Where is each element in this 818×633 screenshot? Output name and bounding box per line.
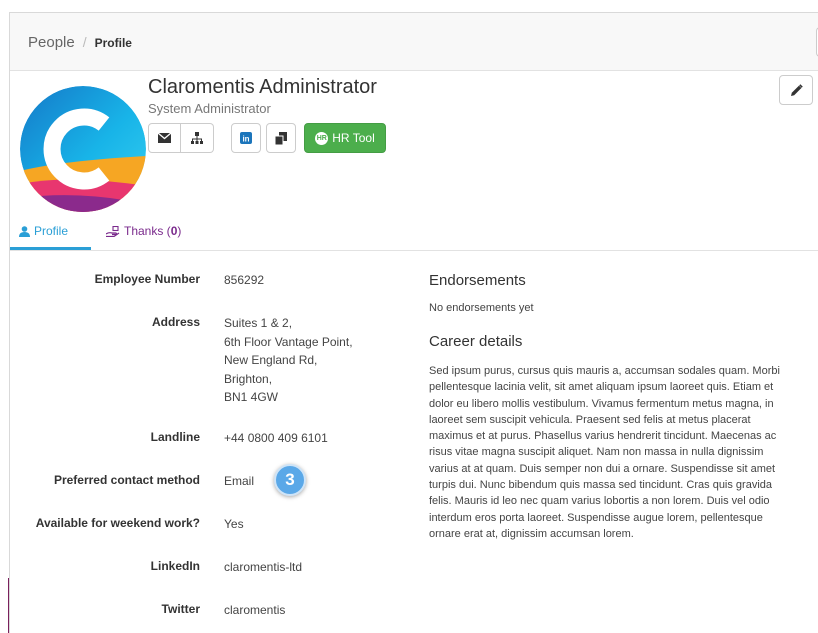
twitter-value[interactable]: claromentis xyxy=(224,601,285,620)
active-tab-indicator xyxy=(10,247,91,250)
career-line: Sed ipsum purus, cursus quis mauris a, a… xyxy=(429,365,780,377)
address-line: Suites 1 & 2, xyxy=(224,316,293,330)
address-label: Address xyxy=(151,315,200,329)
breadcrumb-separator: / xyxy=(82,34,87,50)
preferred-contact-label: Preferred contact method xyxy=(53,473,200,487)
hr-tool-button[interactable]: HR HR Tool xyxy=(304,123,386,153)
address-line: 6th Floor Vantage Point, xyxy=(224,334,353,349)
address-value: Suites 1 & 2, 6th Floor Vantage Point, N… xyxy=(224,314,353,407)
org-chart-icon xyxy=(191,131,203,144)
tab-profile[interactable]: Profile xyxy=(19,224,68,238)
hr-tool-label: HR Tool xyxy=(332,131,375,145)
weekend-work-value: Yes xyxy=(224,517,244,531)
email-button[interactable] xyxy=(148,123,181,153)
contact-button-group xyxy=(148,123,214,153)
address-line: Brighton, xyxy=(224,371,273,386)
career-line: varius at at quam. Duis semper non dui a… xyxy=(429,462,776,475)
address-line: BN1 4GW xyxy=(224,390,279,404)
career-line: turpis dui. Nunc bibendum quis massa sed… xyxy=(429,479,773,492)
breadcrumb-current: Profile xyxy=(94,36,132,50)
documents-button[interactable] xyxy=(266,123,296,153)
envelope-icon xyxy=(158,133,171,143)
twitter-label: Twitter xyxy=(161,602,200,616)
career-line: pellentesque lacinia velit, sit amet ali… xyxy=(429,381,774,394)
profile-panel: People / Profile Claromentis Administrat… xyxy=(9,12,818,633)
career-line: maximus et at purus. Phasellus varius he… xyxy=(429,430,777,443)
linkedin-button-wrap: in xyxy=(231,123,261,153)
user-icon xyxy=(19,225,30,237)
pencil-icon xyxy=(790,83,803,96)
documents-button-wrap xyxy=(266,123,296,153)
tab-thanks-label: Thanks (0) xyxy=(124,224,182,238)
career-line: risus vitae magna suscipit aliquet. Nam … xyxy=(429,446,764,459)
linkedin-button[interactable]: in xyxy=(231,123,261,153)
profile-role: System Administrator xyxy=(148,101,271,116)
profile-name: Claromentis Administrator xyxy=(148,76,377,98)
svg-text:in: in xyxy=(242,135,249,144)
breadcrumb-people-link[interactable]: People xyxy=(28,34,75,51)
career-line: interdum eros porta laoreet. Suspendisse… xyxy=(429,511,763,524)
org-chart-button[interactable] xyxy=(181,123,214,153)
career-line: laoreet sem suscipit vehicula. Praesent … xyxy=(429,413,751,426)
career-heading: Career details xyxy=(429,333,523,350)
tab-thanks[interactable]: Thanks (0) xyxy=(106,224,181,238)
documents-icon xyxy=(274,131,287,145)
edit-profile-button[interactable] xyxy=(779,75,813,105)
tab-profile-label: Profile xyxy=(34,224,69,238)
landline-label: Landline xyxy=(150,430,200,444)
linkedin-label: LinkedIn xyxy=(150,559,200,573)
address-line: New England Rd, xyxy=(224,353,318,367)
career-line: ornare erat at, dignissim accumsan lorem… xyxy=(429,527,634,540)
endorsements-text: No endorsements yet xyxy=(429,302,534,314)
landline-value[interactable]: +44 0800 409 6101 xyxy=(224,429,328,448)
employee-number-value: 856292 xyxy=(224,273,265,287)
step-badge: 3 xyxy=(274,464,306,496)
hand-gift-icon xyxy=(106,225,120,237)
header-bar: People / Profile xyxy=(10,13,818,71)
avatar xyxy=(20,86,146,212)
employee-number-label: Employee Number xyxy=(94,272,200,286)
weekend-work-label: Available for weekend work? xyxy=(35,516,200,530)
career-line: felis. Mauris id leo nec quam varius lob… xyxy=(429,495,770,508)
endorsements-heading: Endorsements xyxy=(429,272,526,289)
profile-tabs: Profile Thanks (0) xyxy=(10,213,818,251)
breadcrumb: People / Profile xyxy=(28,34,132,51)
preferred-contact-value: Email xyxy=(224,474,255,488)
linkedin-icon: in xyxy=(240,132,252,144)
career-text: Sed ipsum purus, cursus quis mauris a, a… xyxy=(429,363,814,542)
linkedin-value[interactable]: claromentis-ltd xyxy=(224,558,302,577)
hr-tool-icon: HR xyxy=(315,131,329,145)
career-line: dolor eu libero mollis vestibulum. Vivam… xyxy=(429,397,774,410)
